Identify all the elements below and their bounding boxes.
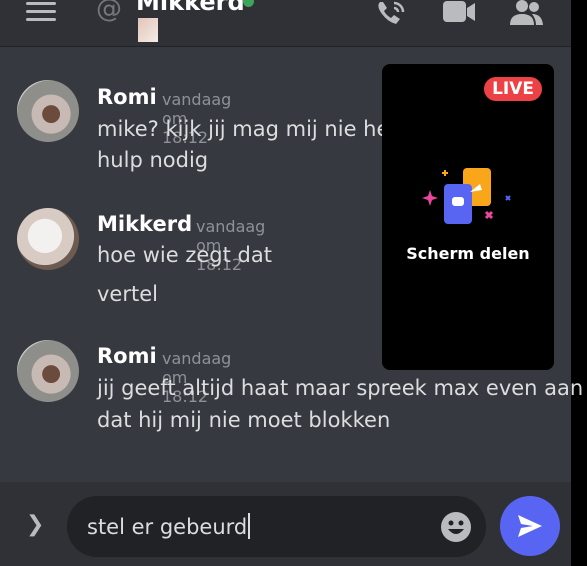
header-avatar bbox=[138, 18, 158, 42]
send-icon bbox=[518, 515, 542, 537]
menu-icon[interactable] bbox=[26, 2, 56, 22]
online-status-dot bbox=[243, 0, 254, 7]
screen-share-card[interactable]: LIVE Scherm delen bbox=[382, 64, 554, 370]
avatar[interactable] bbox=[17, 340, 79, 402]
message-text: dat hij mij nie moet blokken bbox=[97, 408, 391, 432]
message-text: jij geeft altijd haat maar spreek max ev… bbox=[97, 376, 584, 400]
text-caret bbox=[248, 513, 251, 539]
emoji-icon[interactable] bbox=[440, 511, 472, 543]
message-author[interactable]: Romi bbox=[97, 344, 157, 368]
screen-share-icon bbox=[422, 168, 511, 224]
message-text: mike? kijk jij mag mij nie he r bbox=[97, 117, 405, 141]
window-edge bbox=[571, 0, 587, 566]
channel-name[interactable]: Mikkerd bbox=[136, 0, 245, 16]
message-author[interactable]: Mikkerd bbox=[97, 212, 192, 236]
phone-call-icon[interactable] bbox=[374, 0, 408, 28]
members-icon[interactable] bbox=[508, 0, 544, 26]
screen-share-label: Scherm delen bbox=[406, 244, 530, 263]
avatar[interactable] bbox=[17, 80, 79, 142]
message-composer: ❯ stel er gebeurd bbox=[0, 482, 571, 566]
video-call-icon[interactable] bbox=[442, 0, 476, 24]
message-input[interactable]: stel er gebeurd bbox=[67, 496, 486, 557]
message-text: hulp nodig bbox=[97, 148, 209, 172]
message-author[interactable]: Romi bbox=[97, 85, 157, 109]
send-button[interactable] bbox=[500, 496, 560, 556]
message-input-text: stel er gebeurd bbox=[87, 515, 248, 539]
live-badge: LIVE bbox=[484, 77, 542, 101]
at-icon: @ bbox=[96, 0, 122, 24]
message-text: hoe wie zegt dat bbox=[97, 243, 272, 267]
channel-header: @ Mikkerd bbox=[0, 0, 571, 47]
avatar[interactable] bbox=[17, 208, 79, 270]
message-text: vertel bbox=[97, 282, 158, 306]
chevron-right-icon[interactable]: ❯ bbox=[26, 512, 44, 537]
